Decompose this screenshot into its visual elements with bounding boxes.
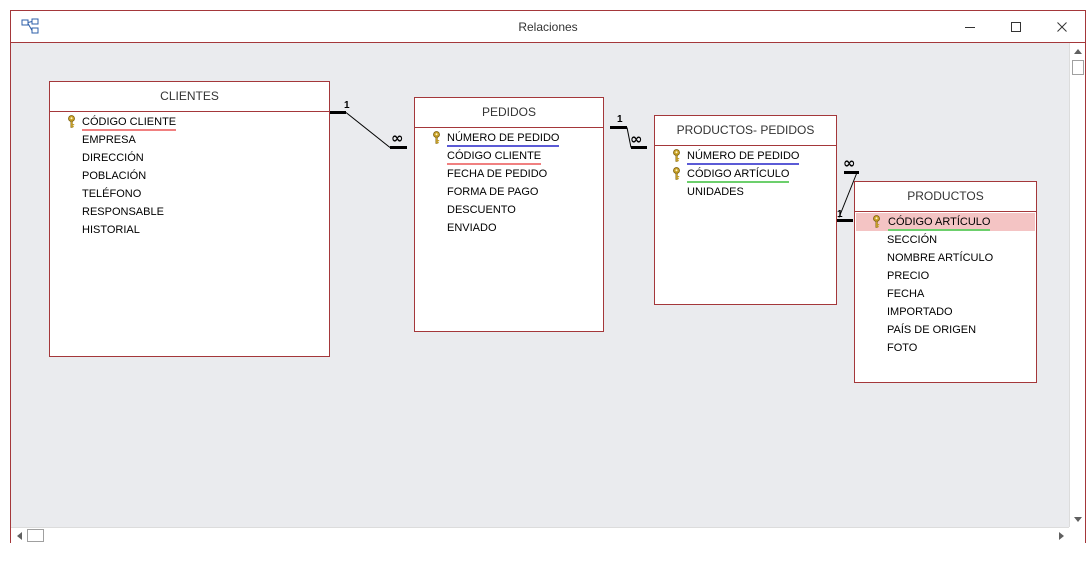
vertical-scrollbar[interactable] bbox=[1069, 43, 1085, 527]
field-telefono[interactable]: TELÉFONO bbox=[50, 185, 329, 203]
field-name: EMPRESA bbox=[82, 134, 136, 146]
minimize-button[interactable] bbox=[947, 11, 993, 42]
cardinality-one-label: 1 bbox=[617, 114, 623, 125]
field-name: RESPONSABLE bbox=[82, 206, 164, 218]
field-codigo-articulo[interactable]: CÓDIGO ARTÍCULO bbox=[655, 165, 836, 183]
scroll-right-button[interactable] bbox=[1054, 529, 1068, 543]
scroll-up-button[interactable] bbox=[1071, 44, 1085, 58]
field-name: IMPORTADO bbox=[887, 306, 953, 318]
key-icon bbox=[673, 167, 680, 180]
field-name: HISTORIAL bbox=[82, 224, 140, 236]
cardinality-one-label: 1 bbox=[344, 100, 350, 111]
field-list: CÓDIGO CLIENTE EMPRESA DIRECCIÓN POBLACI… bbox=[50, 112, 329, 239]
field-list: NÚMERO DE PEDIDO CÓDIGO ARTÍCULO UNIDADE… bbox=[655, 146, 836, 201]
table-clientes[interactable]: CLIENTES CÓDIGO CLIENTE EMPRESA DIRECCIÓ… bbox=[49, 81, 330, 357]
field-name: NÚMERO DE PEDIDO bbox=[687, 149, 800, 165]
scroll-down-button[interactable] bbox=[1071, 512, 1085, 526]
field-name: CÓDIGO CLIENTE bbox=[82, 115, 177, 131]
close-icon bbox=[1057, 21, 1067, 32]
field-unidades[interactable]: UNIDADES bbox=[655, 183, 836, 201]
field-name: NOMBRE ARTÍCULO bbox=[887, 252, 994, 264]
field-importado[interactable]: IMPORTADO bbox=[855, 303, 1036, 321]
table-title[interactable]: PRODUCTOS bbox=[855, 182, 1036, 212]
table-productos-pedidos[interactable]: PRODUCTOS- PEDIDOS NÚMERO DE PEDIDO CÓDI… bbox=[654, 115, 837, 305]
table-title[interactable]: PRODUCTOS- PEDIDOS bbox=[655, 116, 836, 146]
field-name: DESCUENTO bbox=[447, 204, 516, 216]
window-title: Relaciones bbox=[518, 20, 578, 34]
chevron-up-icon bbox=[1074, 48, 1082, 54]
field-name: PRECIO bbox=[887, 270, 930, 282]
cardinality-many-label: ∞ bbox=[843, 154, 856, 172]
minimize-icon bbox=[965, 26, 975, 28]
field-direccion[interactable]: DIRECCIÓN bbox=[50, 149, 329, 167]
field-seccion[interactable]: SECCIÓN bbox=[855, 231, 1036, 249]
field-precio[interactable]: PRECIO bbox=[855, 267, 1036, 285]
field-fecha[interactable]: FECHA bbox=[855, 285, 1036, 303]
field-empresa[interactable]: EMPRESA bbox=[50, 131, 329, 149]
key-icon bbox=[873, 215, 880, 228]
horizontal-scrollbar[interactable] bbox=[11, 527, 1069, 543]
key-icon bbox=[433, 131, 440, 144]
field-foto[interactable]: FOTO bbox=[855, 339, 1036, 357]
relationships-canvas[interactable]: 1 ∞ 1 ∞ ∞ 1 CLIENTES CÓDIGO CLIENTE EMPR… bbox=[11, 43, 1069, 527]
table-title[interactable]: PEDIDOS bbox=[415, 98, 603, 128]
field-responsable[interactable]: RESPONSABLE bbox=[50, 203, 329, 221]
field-codigo-cliente[interactable]: CÓDIGO CLIENTE bbox=[50, 113, 329, 131]
field-list: CÓDIGO ARTÍCULO SECCIÓN NOMBRE ARTÍCULO … bbox=[855, 212, 1036, 357]
chevron-down-icon bbox=[1074, 516, 1082, 522]
table-title[interactable]: CLIENTES bbox=[50, 82, 329, 112]
field-name: POBLACIÓN bbox=[82, 170, 147, 182]
scroll-left-button[interactable] bbox=[12, 529, 26, 543]
field-codigo-articulo[interactable]: CÓDIGO ARTÍCULO bbox=[856, 213, 1035, 231]
field-name: PAÍS DE ORIGEN bbox=[887, 324, 977, 336]
table-productos[interactable]: PRODUCTOS CÓDIGO ARTÍCULO SECCIÓN NOMBRE… bbox=[854, 181, 1037, 383]
field-numero-de-pedido[interactable]: NÚMERO DE PEDIDO bbox=[415, 129, 603, 147]
scrollbar-corner bbox=[1069, 527, 1085, 543]
relationship-pedidos-productos-pedidos[interactable]: 1 ∞ bbox=[610, 114, 647, 149]
field-name: NÚMERO DE PEDIDO bbox=[447, 131, 560, 147]
field-name: CÓDIGO ARTÍCULO bbox=[687, 167, 790, 183]
field-name: FOTO bbox=[887, 342, 918, 354]
table-pedidos[interactable]: PEDIDOS NÚMERO DE PEDIDO CÓDIGO CLIENTE … bbox=[414, 97, 604, 332]
vertical-scroll-thumb[interactable] bbox=[1072, 60, 1084, 75]
field-nombre-articulo[interactable]: NOMBRE ARTÍCULO bbox=[855, 249, 1036, 267]
field-name: CÓDIGO ARTÍCULO bbox=[888, 215, 991, 231]
field-name: ENVIADO bbox=[447, 222, 497, 234]
field-name: FECHA DE PEDIDO bbox=[447, 168, 548, 180]
field-name: CÓDIGO CLIENTE bbox=[447, 149, 542, 165]
field-name: FECHA bbox=[887, 288, 925, 300]
field-name: UNIDADES bbox=[687, 186, 744, 198]
field-fecha-de-pedido[interactable]: FECHA DE PEDIDO bbox=[415, 165, 603, 183]
field-numero-de-pedido[interactable]: NÚMERO DE PEDIDO bbox=[655, 147, 836, 165]
field-poblacion[interactable]: POBLACIÓN bbox=[50, 167, 329, 185]
title-bar[interactable]: Relaciones bbox=[11, 11, 1085, 43]
chevron-right-icon bbox=[1058, 532, 1064, 540]
close-button[interactable] bbox=[1039, 11, 1085, 42]
key-icon bbox=[673, 149, 680, 162]
field-codigo-cliente[interactable]: CÓDIGO CLIENTE bbox=[415, 147, 603, 165]
cardinality-many-label: ∞ bbox=[630, 130, 643, 148]
relationship-clientes-pedidos[interactable]: 1 ∞ bbox=[329, 100, 407, 149]
maximize-button[interactable] bbox=[993, 11, 1039, 42]
cardinality-many-label: ∞ bbox=[391, 129, 404, 147]
field-pais-de-origen[interactable]: PAÍS DE ORIGEN bbox=[855, 321, 1036, 339]
field-forma-de-pago[interactable]: FORMA DE PAGO bbox=[415, 183, 603, 201]
relationships-window: Relaciones 1 ∞ 1 ∞ ∞ 1 CLIENTES CÓDIGO C… bbox=[10, 10, 1086, 543]
cardinality-one-label: 1 bbox=[837, 209, 843, 220]
field-name: FORMA DE PAGO bbox=[447, 186, 539, 198]
field-name: SECCIÓN bbox=[887, 234, 938, 246]
field-enviado[interactable]: ENVIADO bbox=[415, 219, 603, 237]
maximize-icon bbox=[1011, 21, 1021, 32]
chevron-left-icon bbox=[16, 532, 22, 540]
key-icon bbox=[68, 115, 75, 128]
field-historial[interactable]: HISTORIAL bbox=[50, 221, 329, 239]
field-list: NÚMERO DE PEDIDO CÓDIGO CLIENTE FECHA DE… bbox=[415, 128, 603, 237]
field-descuento[interactable]: DESCUENTO bbox=[415, 201, 603, 219]
field-name: DIRECCIÓN bbox=[82, 152, 144, 164]
horizontal-scroll-thumb[interactable] bbox=[27, 529, 44, 542]
field-name: TELÉFONO bbox=[82, 188, 142, 200]
